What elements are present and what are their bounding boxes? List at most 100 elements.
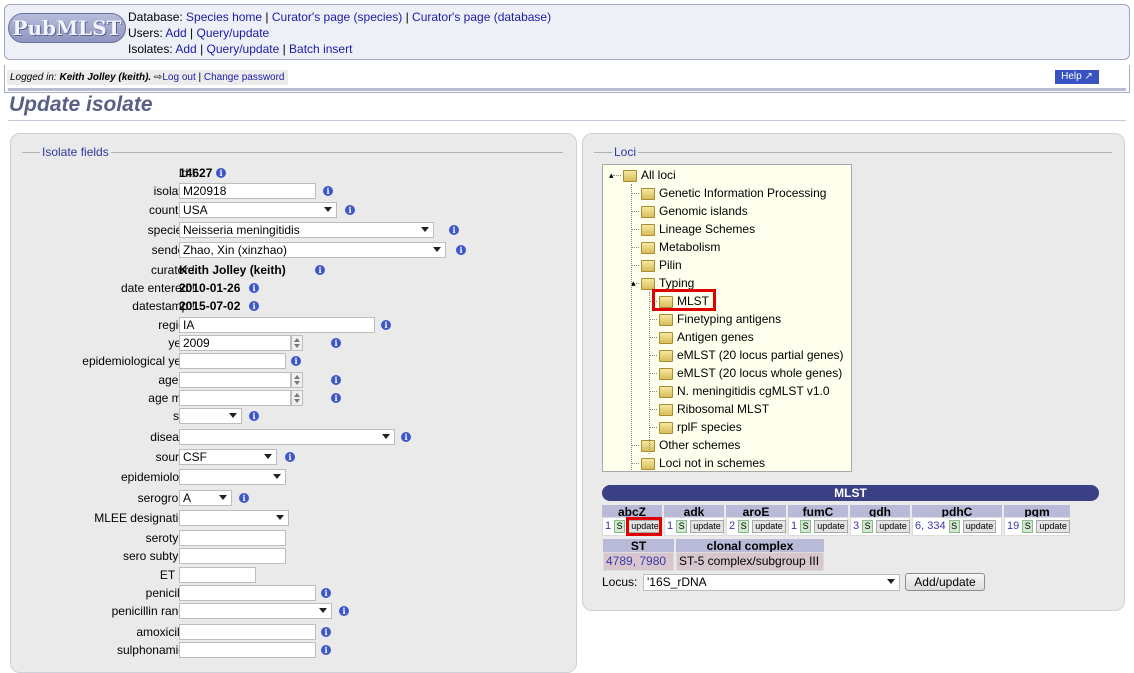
tree-node-label: Antigen genes	[677, 330, 754, 344]
field-input-value: Zhao, Xin (xinzhao)	[183, 243, 288, 257]
info-icon[interactable]: i	[331, 375, 341, 385]
update-button[interactable]: update	[690, 519, 724, 533]
penicillin-range-select[interactable]	[179, 603, 332, 619]
penicillin-input[interactable]	[179, 585, 316, 601]
allele-value[interactable]: 6, 334	[915, 520, 946, 532]
change-password-link[interactable]: Change password	[204, 72, 285, 83]
update-button[interactable]: update	[962, 519, 997, 533]
serogroup-select[interactable]: A	[179, 490, 232, 506]
field-row-amoxicillin: amoxicillin: i	[20, 624, 570, 642]
locus-cell-fumC: 1 S update	[788, 517, 848, 536]
logged-in-label: Logged in:	[10, 72, 57, 83]
locus-select[interactable]: '16S_rDNA	[643, 574, 900, 591]
isolate-fields-legend: Isolate fields	[40, 145, 111, 159]
help-button[interactable]: Help ↗	[1055, 70, 1099, 84]
species-select[interactable]: Neisseria meningitidis	[179, 222, 434, 238]
allele-value[interactable]: 3	[853, 520, 859, 532]
info-icon[interactable]: i	[323, 186, 333, 196]
users-label: Users:	[128, 26, 163, 40]
users-query-link[interactable]: Query/update	[197, 26, 270, 40]
allele-value[interactable]: 19	[1007, 520, 1019, 532]
spinner-arrows-icon[interactable]	[291, 372, 303, 388]
epidemiology-select[interactable]	[179, 469, 286, 485]
sequence-button[interactable]: S	[614, 519, 626, 533]
info-icon[interactable]: i	[321, 645, 331, 655]
isolates-batch-link[interactable]: Batch insert	[289, 42, 352, 56]
field-row-age-mth: age mth: i	[20, 390, 570, 408]
info-icon[interactable]: i	[249, 411, 259, 421]
logout-link[interactable]: Log out	[162, 72, 195, 83]
sequence-button[interactable]: S	[862, 519, 874, 533]
field-input-value: IA	[183, 318, 195, 332]
tree-connector	[631, 445, 639, 446]
info-icon[interactable]: i	[331, 338, 341, 348]
age-yr-input[interactable]	[179, 372, 291, 388]
curator-species-link[interactable]: Curator's page (species)	[272, 10, 402, 24]
info-icon[interactable]: i	[249, 301, 259, 311]
info-icon[interactable]: i	[315, 265, 325, 275]
info-icon[interactable]: i	[339, 606, 349, 616]
info-icon[interactable]: i	[216, 168, 226, 178]
isolates-add-link[interactable]: Add	[175, 42, 196, 56]
update-button[interactable]: update	[1036, 519, 1070, 533]
field-input-value: A	[183, 491, 192, 505]
update-button[interactable]: update	[752, 519, 786, 533]
update-button[interactable]: update	[814, 519, 848, 533]
locus-cell-gdh: 3 S update	[850, 517, 910, 536]
country-select[interactable]: USA	[179, 202, 337, 218]
info-icon[interactable]: i	[345, 205, 355, 215]
locus-cell-adk: 1 S update	[664, 517, 724, 536]
epidemiological-year-input[interactable]	[179, 353, 286, 369]
st-value[interactable]: 4789, 7980	[603, 552, 674, 571]
allele-value[interactable]: 1	[667, 520, 673, 532]
info-icon[interactable]: i	[456, 245, 466, 255]
sequence-button[interactable]: S	[1022, 519, 1034, 533]
info-icon[interactable]: i	[249, 283, 259, 293]
isolates-query-link[interactable]: Query/update	[207, 42, 280, 56]
folder-icon	[623, 170, 637, 182]
mlst-node-highlight	[652, 289, 716, 311]
info-icon[interactable]: i	[285, 452, 295, 462]
source-select[interactable]: CSF	[179, 449, 277, 465]
region-input[interactable]: IA	[179, 317, 375, 333]
users-add-link[interactable]: Add	[165, 26, 186, 40]
info-icon[interactable]: i	[291, 356, 301, 366]
serotype-input[interactable]	[179, 530, 286, 546]
disease-select[interactable]	[179, 429, 395, 445]
allele-value[interactable]: 1	[605, 520, 611, 532]
species-home-link[interactable]: Species home	[186, 10, 262, 24]
field-row-isolate: isolate:! M20918 i	[20, 183, 570, 201]
info-icon[interactable]: i	[321, 588, 331, 598]
et-no-input[interactable]	[179, 567, 256, 583]
mlee-designation-select[interactable]	[179, 510, 289, 526]
info-icon[interactable]: i	[381, 320, 391, 330]
allele-value[interactable]: 1	[791, 520, 797, 532]
pubmlst-logo[interactable]: PubMLST	[8, 13, 126, 43]
info-icon[interactable]: i	[401, 432, 411, 442]
age-mth-input[interactable]	[179, 390, 291, 406]
sequence-button[interactable]: S	[948, 519, 960, 533]
sex-select[interactable]	[179, 408, 242, 424]
isolate-input[interactable]: M20918	[179, 183, 316, 199]
info-icon[interactable]: i	[449, 225, 459, 235]
sequence-button[interactable]: S	[800, 519, 812, 533]
allele-value[interactable]: 2	[729, 520, 735, 532]
info-icon[interactable]: i	[321, 627, 331, 637]
sero-subtype-input[interactable]	[179, 548, 286, 564]
tree-expander-icon[interactable]: ▴	[609, 166, 614, 184]
info-icon[interactable]: i	[239, 493, 249, 503]
add-update-button[interactable]: Add/update	[905, 573, 985, 591]
amoxicillin-input[interactable]	[179, 624, 316, 640]
year-input[interactable]: 2009	[179, 335, 291, 351]
sulphonamide-input[interactable]	[179, 642, 316, 658]
sender-select[interactable]: Zhao, Xin (xinzhao)	[179, 242, 446, 258]
curator-database-link[interactable]: Curator's page (database)	[412, 10, 551, 24]
sequence-button[interactable]: S	[738, 519, 750, 533]
info-icon[interactable]: i	[331, 393, 341, 403]
spinner-arrows-icon[interactable]	[291, 335, 303, 351]
sequence-button[interactable]: S	[676, 519, 688, 533]
folder-icon	[641, 188, 655, 200]
spinner-arrows-icon[interactable]	[291, 390, 303, 406]
tree-node-label: N. meningitidis cgMLST v1.0	[677, 384, 830, 398]
update-button[interactable]: update	[876, 519, 910, 533]
